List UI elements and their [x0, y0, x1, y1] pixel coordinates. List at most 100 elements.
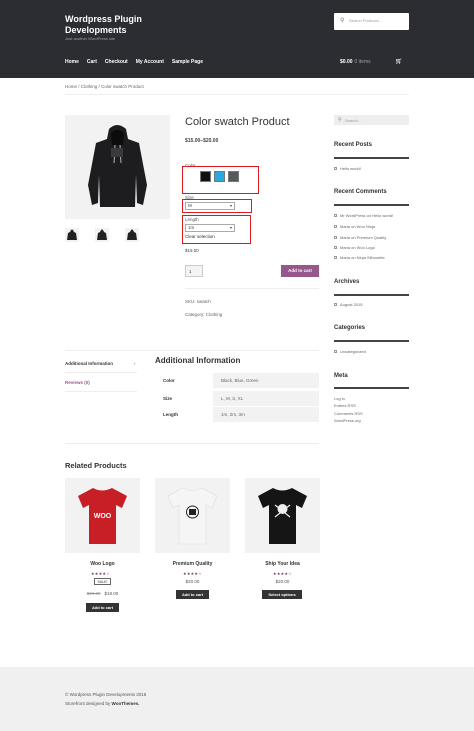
- attribute-row: Length 1m, 2m, 3m: [155, 407, 319, 422]
- product-main-image[interactable]: [65, 115, 170, 219]
- add-to-cart-button[interactable]: Add to cart: [281, 265, 319, 277]
- meta-link[interactable]: WordPress.org: [334, 418, 361, 423]
- product-thumbnail[interactable]: [125, 228, 139, 242]
- site-header: Wordpress Plugin Developments Just anoth…: [0, 0, 474, 78]
- site-title[interactable]: Wordpress Plugin Developments: [65, 14, 185, 36]
- meta-link[interactable]: Log in: [334, 396, 345, 401]
- recent-comment-item[interactable]: Maria on Premium Quality: [334, 235, 386, 240]
- cart-icon[interactable]: 🛒︎: [395, 58, 403, 65]
- search-placeholder: Search Products...: [349, 18, 382, 23]
- search-icon: ⚲: [340, 18, 345, 24]
- cart-amount: $0.00: [340, 59, 353, 65]
- recent-comment-label: Maria on Ninja Silhouette: [340, 255, 385, 260]
- recent-comment-item[interactable]: Mr WordPress on Hello world!: [334, 213, 393, 218]
- attribute-value: 1m, 2m, 3m: [213, 407, 319, 422]
- primary-nav: Home Cart Checkout My Account Sample Pag…: [65, 59, 203, 65]
- recent-post-item[interactable]: Hello world!: [334, 166, 361, 171]
- widget-divider: [334, 204, 409, 206]
- attribute-value: L, M, S, XL: [213, 391, 319, 406]
- nav-item-home[interactable]: Home: [65, 59, 79, 65]
- product-thumbnail[interactable]: [95, 228, 109, 242]
- bullet-icon: [334, 246, 337, 250]
- related-product-image[interactable]: [155, 478, 230, 553]
- search-placeholder: Search…: [345, 118, 362, 123]
- header-cart-total[interactable]: $0.00 0 items: [340, 59, 371, 65]
- product-sku: SKU: swatch: [185, 299, 211, 304]
- divider: [185, 288, 319, 289]
- chevron-right-icon: ›: [134, 361, 136, 366]
- product-title: Color swatch Product: [185, 116, 290, 128]
- related-product-image[interactable]: [245, 478, 320, 553]
- highlight-box: [182, 199, 252, 213]
- recent-comment-item[interactable]: Maria on Ninja Silhouette: [334, 255, 385, 260]
- attribute-value: Black, Blue, Green: [213, 373, 319, 388]
- sale-badge: SALE!: [94, 578, 111, 585]
- product-price-range: $15.00–$20.00: [185, 138, 219, 144]
- product-thumbnail[interactable]: [65, 228, 79, 242]
- related-products-heading: Related Products: [65, 461, 127, 470]
- star-rating: ★★★★☆: [273, 571, 292, 576]
- nav-item-checkout[interactable]: Checkout: [105, 59, 128, 65]
- nav-item-cart[interactable]: Cart: [87, 59, 97, 65]
- variation-price: $15.00: [185, 248, 199, 253]
- tshirt-image: WOO: [78, 488, 127, 544]
- archive-item[interactable]: August 2015: [334, 302, 362, 307]
- divider: [65, 443, 319, 444]
- old-price: $20.00: [86, 591, 101, 596]
- footer-copyright: © Wordpress Plugin Developments 2015: [65, 692, 147, 697]
- widget-title-archives: Archives: [334, 279, 360, 285]
- meta-link[interactable]: Entries RSS: [334, 403, 356, 408]
- widget-divider: [334, 157, 409, 159]
- tab-additional-information[interactable]: Additional Information: [65, 361, 113, 366]
- site-footer: © Wordpress Plugin Developments 2015 Sto…: [0, 667, 474, 731]
- widget-title-categories: Categories: [334, 325, 366, 331]
- star-rating: ★★★★☆: [91, 571, 110, 576]
- nav-item-my-account[interactable]: My Account: [136, 59, 164, 65]
- category-label: Uncategorized: [340, 349, 366, 354]
- recent-comment-label: Maria on Premium Quality: [340, 235, 387, 240]
- shirt-print: WOO: [94, 513, 112, 520]
- related-product-name[interactable]: Ship Your Idea: [245, 561, 320, 567]
- nav-item-sample-page[interactable]: Sample Page: [172, 59, 203, 65]
- quantity-input[interactable]: 1: [185, 265, 203, 277]
- header-search-input[interactable]: ⚲ Search Products...: [334, 13, 409, 30]
- related-product-name[interactable]: Premium Quality: [155, 561, 230, 567]
- bullet-icon: [334, 350, 337, 354]
- sale-price: $18.00: [104, 591, 119, 596]
- bullet-icon: [334, 256, 337, 260]
- widget-divider: [334, 340, 409, 342]
- bullet-icon: [334, 225, 337, 229]
- divider: [65, 350, 319, 351]
- divider: [65, 94, 409, 95]
- attribute-name: Size: [163, 396, 173, 401]
- footer-credit-link[interactable]: WooThemes.: [112, 701, 140, 706]
- attribute-name: Color: [163, 378, 175, 383]
- related-product-price: $20.00 $18.00: [65, 591, 140, 596]
- tab-divider: [65, 372, 137, 373]
- tab-reviews[interactable]: Reviews (0): [65, 380, 90, 385]
- product-category[interactable]: Category: Clothing: [185, 312, 222, 317]
- highlight-box: [182, 166, 259, 194]
- add-to-cart-button[interactable]: Add to cart: [86, 603, 119, 612]
- select-options-button[interactable]: Select options: [262, 590, 302, 599]
- highlight-box: [182, 215, 251, 244]
- widget-divider: [334, 294, 409, 296]
- bullet-icon: [334, 303, 337, 307]
- breadcrumb[interactable]: Home / Clothing / Color swatch Product: [65, 84, 144, 89]
- tshirt-image: [167, 487, 218, 545]
- recent-comment-item[interactable]: Maria on Woo Ninja: [334, 224, 375, 229]
- related-product-name[interactable]: Woo Logo: [65, 561, 140, 567]
- hoodie-image: [88, 125, 147, 207]
- widget-title-meta: Meta: [334, 373, 348, 379]
- widget-title-recent-comments: Recent Comments: [334, 189, 387, 195]
- sidebar-search-input[interactable]: ⚲ Search…: [334, 115, 409, 125]
- archive-label: August 2015: [340, 302, 363, 307]
- recent-comment-label: Maria on Woo Logo: [340, 245, 375, 250]
- add-to-cart-button[interactable]: Add to cart: [176, 590, 209, 599]
- recent-comment-item[interactable]: Maria on Woo Logo: [334, 245, 375, 250]
- meta-link[interactable]: Comments RSS: [334, 411, 363, 416]
- attribute-name: Length: [163, 412, 178, 417]
- related-product-image[interactable]: WOO: [65, 478, 140, 553]
- additional-information-heading: Additional Information: [155, 356, 241, 365]
- category-item[interactable]: Uncategorized: [334, 349, 366, 354]
